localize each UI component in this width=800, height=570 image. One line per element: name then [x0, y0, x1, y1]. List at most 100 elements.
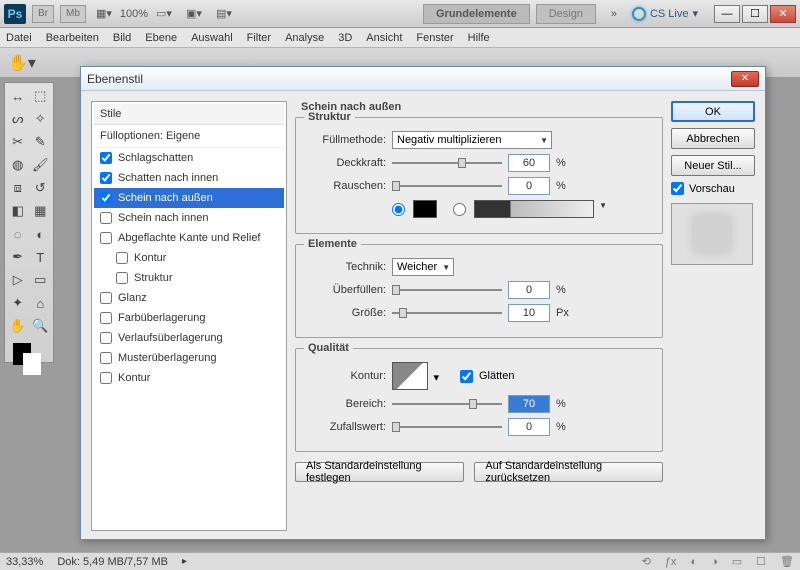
input-deckkraft[interactable]: 60 — [508, 154, 550, 172]
brush-tool-icon[interactable]: 🖌 — [30, 154, 52, 176]
menu-ebene[interactable]: Ebene — [145, 32, 177, 44]
heal-tool-icon[interactable]: ◍ — [7, 154, 29, 176]
input-rauschen[interactable]: 0 — [508, 177, 550, 195]
slider-bereich[interactable] — [392, 397, 502, 411]
pen-tool-icon[interactable]: ✒ — [7, 246, 29, 268]
screen-icon[interactable]: ▣▾ — [182, 5, 206, 23]
new-style-button[interactable]: Neuer Stil... — [671, 155, 755, 176]
color-swatches[interactable] — [7, 338, 51, 360]
style-glanz[interactable]: Glanz — [94, 288, 284, 308]
workspace-tab-grundelemente[interactable]: Grundelemente — [423, 4, 530, 24]
type-tool-icon[interactable]: T — [30, 246, 52, 268]
workspace-more-icon[interactable]: » — [602, 5, 626, 23]
status-icon-adjust[interactable]: ◑ — [711, 556, 718, 568]
status-icon-mask[interactable]: ◐ — [690, 556, 697, 568]
wand-tool-icon[interactable]: ✧ — [30, 108, 52, 130]
chk-vorschau[interactable] — [671, 182, 684, 195]
crop-tool-icon[interactable]: ✂ — [7, 131, 29, 153]
chk-schlagschatten[interactable] — [100, 152, 112, 164]
input-ueberfuellen[interactable]: 0 — [508, 281, 550, 299]
dodge-tool-icon[interactable]: ◐ — [30, 223, 52, 245]
chk-bevel-struktur[interactable] — [116, 272, 128, 284]
layout-icon[interactable]: ▦▾ — [92, 5, 116, 23]
style-farbueberlagerung[interactable]: Farbüberlagerung — [94, 308, 284, 328]
slider-deckkraft[interactable] — [392, 156, 502, 170]
style-bevel-struktur[interactable]: Struktur — [94, 268, 284, 288]
menu-filter[interactable]: Filter — [247, 32, 271, 44]
menu-hilfe[interactable]: Hilfe — [468, 32, 490, 44]
menu-3d[interactable]: 3D — [338, 32, 352, 44]
chk-glaetten[interactable] — [460, 370, 473, 383]
gradient-swatch[interactable] — [474, 200, 594, 218]
arrange-icon[interactable]: ▤▾ — [212, 5, 236, 23]
input-zufallswert[interactable]: 0 — [508, 418, 550, 436]
menu-bearbeiten[interactable]: Bearbeiten — [46, 32, 99, 44]
marquee-tool-icon[interactable]: ⬚ — [30, 85, 52, 107]
hand-tool-icon[interactable]: ✋▾ — [8, 53, 36, 73]
path-tool-icon[interactable]: ▷ — [7, 269, 29, 291]
radio-gradient[interactable] — [453, 203, 466, 216]
kontur-picker[interactable] — [392, 362, 428, 390]
status-icon-new[interactable]: ☐ — [756, 555, 766, 568]
select-technik[interactable]: Weicher — [392, 258, 454, 276]
menu-datei[interactable]: Datei — [6, 32, 32, 44]
chk-musterueberlagerung[interactable] — [100, 352, 112, 364]
slider-rauschen[interactable] — [392, 179, 502, 193]
chk-glanz[interactable] — [100, 292, 112, 304]
cancel-button[interactable]: Abbrechen — [671, 128, 755, 149]
status-icon-trash[interactable]: 🗑 — [780, 555, 794, 568]
cslive-button[interactable]: CS Live ▾ — [632, 7, 698, 21]
history-brush-icon[interactable]: ↺ — [30, 177, 52, 199]
style-bevel-kontur[interactable]: Kontur — [94, 248, 284, 268]
blend-options-row[interactable]: Fülloptionen: Eigene — [94, 125, 284, 148]
menu-analyse[interactable]: Analyse — [285, 32, 324, 44]
background-swatch[interactable] — [23, 353, 41, 375]
chk-bevel[interactable] — [100, 232, 112, 244]
chk-kontur[interactable] — [100, 372, 112, 384]
chk-farbueberlagerung[interactable] — [100, 312, 112, 324]
gradient-tool-icon[interactable]: ▦ — [30, 200, 52, 222]
camera-tool-icon[interactable]: ⌂ — [30, 292, 52, 314]
status-icon-folder[interactable]: ▭ — [732, 555, 742, 568]
shape-tool-icon[interactable]: ▭ — [30, 269, 52, 291]
style-verlaufsueberlagerung[interactable]: Verlaufsüberlagerung — [94, 328, 284, 348]
menu-bild[interactable]: Bild — [113, 32, 131, 44]
window-maximize-button[interactable]: ☐ — [742, 5, 768, 23]
menu-fenster[interactable]: Fenster — [416, 32, 453, 44]
input-groesse[interactable]: 10 — [508, 304, 550, 322]
chk-schein-aussen[interactable] — [100, 192, 112, 204]
status-icon-fx[interactable]: ƒx — [665, 556, 677, 568]
slider-ueberfuellen[interactable] — [392, 283, 502, 297]
status-zoom[interactable]: 33,33% — [6, 556, 43, 568]
style-kontur[interactable]: Kontur — [94, 368, 284, 388]
dialog-titlebar[interactable]: Ebenenstil ✕ — [81, 67, 765, 91]
slider-groesse[interactable] — [392, 306, 502, 320]
minibridge-button[interactable]: Mb — [60, 5, 86, 23]
3d-tool-icon[interactable]: ✦ — [7, 292, 29, 314]
input-bereich[interactable]: 70 — [508, 395, 550, 413]
style-musterueberlagerung[interactable]: Musterüberlagerung — [94, 348, 284, 368]
eraser-tool-icon[interactable]: ◧ — [7, 200, 29, 222]
bridge-button[interactable]: Br — [32, 5, 54, 23]
menu-ansicht[interactable]: Ansicht — [366, 32, 402, 44]
workspace-tab-design[interactable]: Design — [536, 4, 596, 24]
stamp-tool-icon[interactable]: ⧈ — [7, 177, 29, 199]
menu-auswahl[interactable]: Auswahl — [191, 32, 233, 44]
blur-tool-icon[interactable]: ◌ — [7, 223, 29, 245]
ok-button[interactable]: OK — [671, 101, 755, 122]
lasso-tool-icon[interactable]: ᔕ — [7, 108, 29, 130]
btn-reset-default[interactable]: Auf Standardeinstellung zurücksetzen — [474, 462, 663, 482]
style-schatten-innen[interactable]: Schatten nach innen — [94, 168, 284, 188]
btn-set-default[interactable]: Als Standardeinstellung festlegen — [295, 462, 464, 482]
radio-color[interactable] — [392, 203, 405, 216]
style-schlagschatten[interactable]: Schlagschatten — [94, 148, 284, 168]
window-close-button[interactable]: ✕ — [770, 5, 796, 23]
select-fuellmethode[interactable]: Negativ multiplizieren — [392, 131, 552, 149]
styles-header[interactable]: Stile — [94, 104, 284, 125]
chk-schatten-innen[interactable] — [100, 172, 112, 184]
style-schein-innen[interactable]: Schein nach innen — [94, 208, 284, 228]
style-schein-aussen[interactable]: Schein nach außen — [94, 188, 284, 208]
status-icon-1[interactable]: ⟲ — [642, 555, 651, 568]
slider-zufallswert[interactable] — [392, 420, 502, 434]
color-swatch[interactable] — [413, 200, 437, 218]
